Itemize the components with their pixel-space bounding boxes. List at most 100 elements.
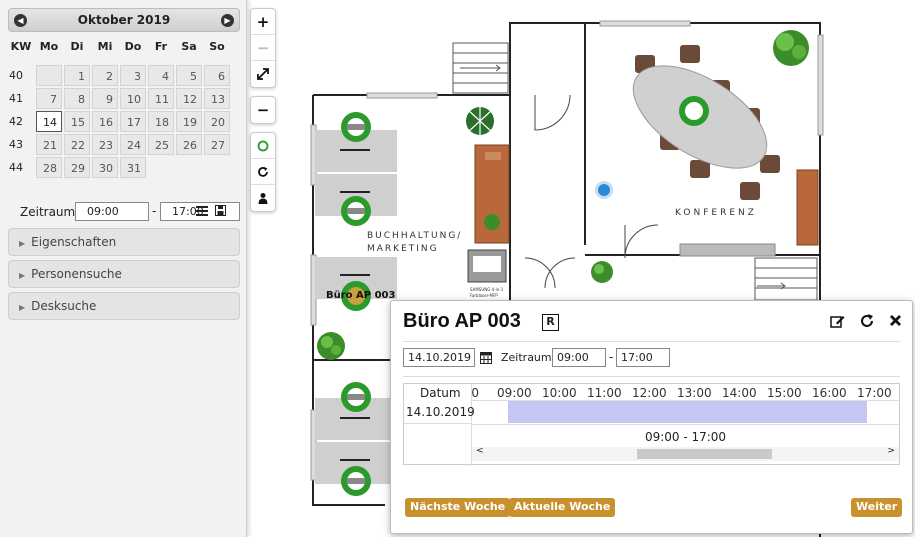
time-from-input[interactable]: 09:00: [75, 202, 149, 221]
accordion-label: Desksuche: [31, 299, 97, 313]
minus-control: −: [250, 96, 276, 124]
calendar-day[interactable]: 4: [148, 65, 174, 86]
calendar-week-number: 44: [9, 161, 23, 174]
calendar-day[interactable]: 16: [92, 111, 118, 132]
calendar-day[interactable]: 24: [120, 134, 146, 155]
calendar-day[interactable]: 1: [64, 65, 90, 86]
horizontal-scrollbar[interactable]: < >: [472, 446, 899, 461]
save-icon[interactable]: [215, 205, 226, 216]
printer-label: SAMSUNG 4-in-1: [470, 287, 504, 292]
hour-label: 16:00: [812, 386, 847, 400]
calendar-day[interactable]: 23: [92, 134, 118, 155]
hour-label: 15:00: [767, 386, 802, 400]
calendar-day[interactable]: 25: [148, 134, 174, 155]
minus-button[interactable]: −: [251, 97, 275, 123]
caret-right-icon: ▶: [19, 271, 26, 280]
calendar-icon[interactable]: [480, 351, 492, 364]
popup-title: Büro AP 003: [403, 310, 521, 332]
divider: [403, 376, 900, 377]
calendar-header-cell: So: [209, 40, 225, 53]
calendar-day[interactable]: 5: [176, 65, 202, 86]
printer-icon: [467, 249, 507, 283]
refresh-icon[interactable]: [860, 314, 874, 328]
calendar-day[interactable]: 26: [176, 134, 202, 155]
edit-icon[interactable]: [830, 314, 845, 329]
hour-label: 17:00: [857, 386, 892, 400]
calendar-day[interactable]: 31: [120, 157, 146, 178]
calendar-day[interactable]: 7: [36, 88, 62, 109]
calendar-week-number: 41: [9, 92, 23, 105]
schedule-table: Datum 14.10.2019 8:00 09:00 10:00 11:00 12:0…: [403, 383, 900, 466]
calendar-day[interactable]: 27: [204, 134, 230, 155]
calendar-day[interactable]: 19: [176, 111, 202, 132]
popup-time-separator: -: [609, 350, 614, 364]
calendar-header-cell: Mi: [97, 40, 113, 53]
arrow-right-icon[interactable]: ▶: [221, 14, 234, 27]
refresh-icon[interactable]: [251, 159, 275, 185]
accordion-personensuche[interactable]: ▶ Personensuche: [8, 260, 240, 288]
scroll-left-icon[interactable]: <: [476, 446, 484, 456]
room-label-konferenz: KONFERENZ: [675, 208, 757, 218]
popup-time-from[interactable]: 09:00: [552, 348, 606, 367]
popup-time-to[interactable]: 17:00: [616, 348, 670, 367]
zoom-out-button[interactable]: −: [251, 35, 275, 61]
scrollbar-thumb[interactable]: [637, 449, 772, 459]
hour-label: 09:00: [497, 386, 532, 400]
calendar-day[interactable]: 2: [92, 65, 118, 86]
calendar-day[interactable]: 29: [64, 157, 90, 178]
zoom-in-button[interactable]: +: [251, 9, 275, 35]
time-separator: -: [152, 204, 157, 218]
expand-icon[interactable]: [251, 61, 275, 87]
hour-label: 11:00: [587, 386, 622, 400]
continue-button[interactable]: Weiter: [851, 498, 903, 517]
accordion-label: Eigenschaften: [31, 235, 117, 249]
booking-bar[interactable]: [508, 401, 867, 423]
close-icon[interactable]: [889, 314, 902, 327]
calendar-day[interactable]: 22: [64, 134, 90, 155]
calendar-day[interactable]: 30: [92, 157, 118, 178]
calendar-day[interactable]: 20: [204, 111, 230, 132]
calendar-day[interactable]: 10: [120, 88, 146, 109]
accordion-label: Personensuche: [31, 267, 122, 281]
calendar-day[interactable]: 6: [204, 65, 230, 86]
calendar-week-number: 40: [9, 69, 23, 82]
calendar-day[interactable]: 17: [120, 111, 146, 132]
date-column: Datum 14.10.2019: [404, 384, 475, 466]
caret-right-icon: ▶: [19, 239, 26, 248]
calendar-day[interactable]: 13: [204, 88, 230, 109]
divider: [403, 341, 900, 342]
person-icon[interactable]: [251, 185, 275, 211]
hour-label: 13:00: [677, 386, 712, 400]
zoom-control: + −: [250, 8, 276, 88]
calendar-day[interactable]: 3: [120, 65, 146, 86]
calendar-day[interactable]: 21: [36, 134, 62, 155]
accordion-eigenschaften[interactable]: ▶ Eigenschaften: [8, 228, 240, 256]
next-week-button[interactable]: Nächste Woche: [405, 498, 511, 517]
calendar-day[interactable]: 9: [92, 88, 118, 109]
room-label-buchhaltung: BUCHHALTUNG/: [367, 231, 462, 241]
tool-control: [250, 132, 276, 212]
hour-label: 12:00: [632, 386, 667, 400]
calendar-day[interactable]: 14: [36, 111, 62, 132]
circle-icon[interactable]: [251, 133, 275, 159]
calendar-day[interactable]: 18: [148, 111, 174, 132]
calendar-day[interactable]: 8: [64, 88, 90, 109]
calendar-day[interactable]: 28: [36, 157, 62, 178]
current-week-button[interactable]: Aktuelle Woche: [509, 498, 616, 517]
left-panel: ◀ Oktober 2019 ▶ KW Mo Di Mi Do Fr Sa So 40 1 2 3 4 5…: [0, 0, 247, 537]
accordion-desksuche[interactable]: ▶ Desksuche: [8, 292, 240, 320]
calendar-header: ◀ Oktober 2019 ▶: [8, 8, 240, 32]
calendar-day[interactable]: 12: [176, 88, 202, 109]
list-icon[interactable]: [196, 206, 208, 216]
calendar-header-cell: Do: [124, 40, 142, 53]
hour-label: 14:00: [722, 386, 757, 400]
desk-label: Büro AP 003: [326, 290, 395, 301]
desk-popup: Büro AP 003 R 14.10.2019 Zeitraum: 09:00…: [390, 300, 913, 534]
calendar-day: [36, 65, 62, 86]
calendar-day[interactable]: 11: [148, 88, 174, 109]
calendar-day[interactable]: 15: [64, 111, 90, 132]
scroll-right-icon[interactable]: >: [887, 446, 895, 456]
doors: [524, 94, 659, 289]
date-header: Datum: [420, 386, 461, 400]
date-input[interactable]: 14.10.2019: [403, 348, 475, 367]
